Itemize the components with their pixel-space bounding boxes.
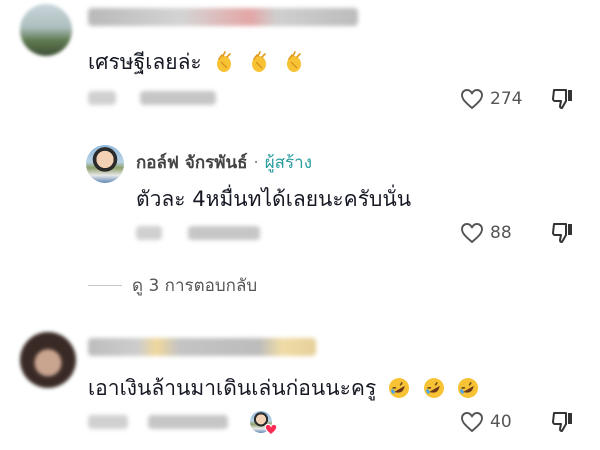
view-replies-label[interactable]: ดู 3 การตอบกลับ xyxy=(132,272,257,299)
comment-1: เศรษฐีเลยล่ะ 274 xyxy=(0,0,600,125)
divider-line xyxy=(88,285,122,286)
comment-body: เอาเงินล้านมาเดินเล่นก่อนนะครู xyxy=(88,376,377,400)
comment-3: เอาเงินล้านมาเดินเล่นก่อนนะครู 40 xyxy=(0,318,600,450)
creator-avatar[interactable] xyxy=(86,145,124,183)
thumbs-down-icon[interactable] xyxy=(551,87,575,111)
clapping-hands-icon xyxy=(286,51,301,72)
like-count: 40 xyxy=(490,412,512,432)
heart-filled-icon xyxy=(264,423,278,436)
reply-link-redacted[interactable] xyxy=(148,415,228,429)
rolling-on-floor-laughing-icon xyxy=(458,378,479,398)
heart-outline-icon xyxy=(461,89,483,109)
timestamp-redacted xyxy=(136,226,162,240)
comment-2-creator-reply: กอล์ฟ จักรพันธ์ · ผู้สร้าง ตัวละ 4หมื่นท… xyxy=(0,125,600,255)
clapping-hands-icon xyxy=(217,51,232,72)
separator-dot: · xyxy=(253,153,259,173)
like-count: 88 xyxy=(490,223,512,243)
comment-text: ตัวละ 4หมื่นทได้เลยนะครับนั่น xyxy=(136,183,411,216)
thumbs-down-icon[interactable] xyxy=(551,410,575,434)
like-button[interactable]: 274 xyxy=(460,88,522,110)
heart-outline-icon xyxy=(461,412,483,432)
timestamp-redacted xyxy=(88,415,128,429)
thumbs-down-icon[interactable] xyxy=(551,221,575,245)
timestamp-redacted xyxy=(88,91,116,105)
reply-link-redacted[interactable] xyxy=(188,226,260,240)
comment-body: เศรษฐีเลยล่ะ xyxy=(88,50,202,74)
rolling-on-floor-laughing-icon xyxy=(388,378,409,398)
username-redacted[interactable] xyxy=(88,8,358,26)
username-redacted[interactable] xyxy=(88,338,316,356)
like-count: 274 xyxy=(490,89,523,109)
view-replies-toggle[interactable]: ดู 3 การตอบกลับ xyxy=(88,272,257,299)
commenter-avatar[interactable] xyxy=(20,4,72,56)
comment-body: ตัวละ 4หมื่นทได้เลยนะครับนั่น xyxy=(136,187,412,211)
like-button[interactable]: 88 xyxy=(460,222,512,244)
heart-outline-icon xyxy=(461,223,483,243)
commenter-avatar[interactable] xyxy=(20,332,76,388)
comment-text: เอาเงินล้านมาเดินเล่นก่อนนะครู xyxy=(88,372,480,405)
reply-link-redacted[interactable] xyxy=(140,91,216,105)
rolling-on-floor-laughing-icon xyxy=(423,378,444,398)
clapping-hands-icon xyxy=(252,51,267,72)
comment-text: เศรษฐีเลยล่ะ xyxy=(88,46,306,79)
creator-username[interactable]: กอล์ฟ จักรพันธ์ · ผู้สร้าง xyxy=(136,149,312,176)
creator-badge: ผู้สร้าง xyxy=(264,153,313,173)
creator-name[interactable]: กอล์ฟ จักรพันธ์ xyxy=(136,153,247,173)
like-button[interactable]: 40 xyxy=(460,411,512,433)
